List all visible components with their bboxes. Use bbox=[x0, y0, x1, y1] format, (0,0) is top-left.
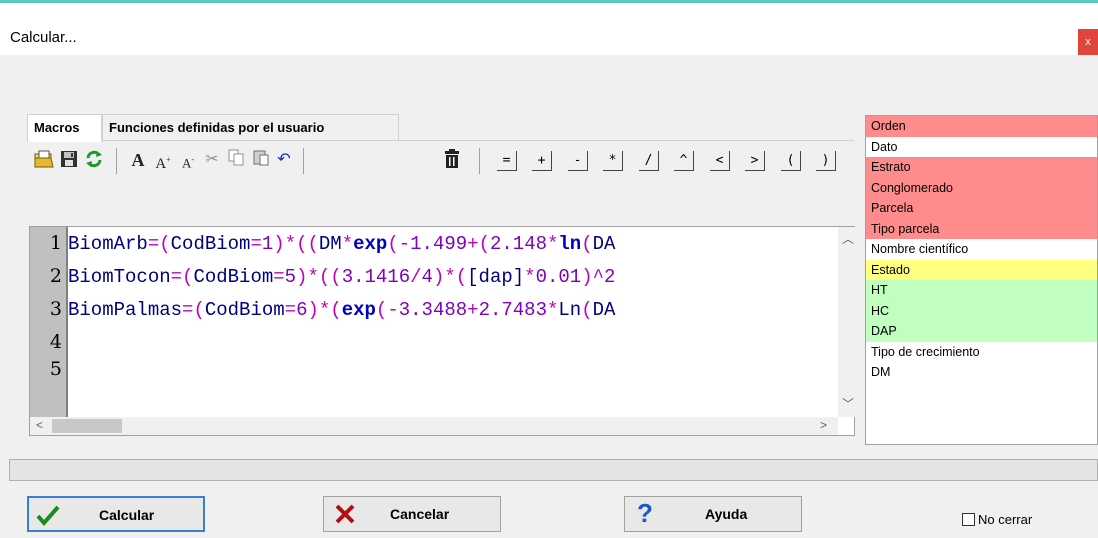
line-number: 3 bbox=[49, 298, 62, 320]
cancelar-label: Cancelar bbox=[390, 506, 450, 522]
operator-minus-button[interactable]: - bbox=[568, 151, 588, 171]
title-bar: Calcular... x bbox=[0, 3, 1098, 56]
line-number: 4 bbox=[49, 331, 62, 353]
vertical-scrollbar[interactable]: ︿ ﹀ bbox=[838, 227, 855, 417]
no-cerrar-label: No cerrar bbox=[978, 512, 1033, 527]
scroll-down-icon[interactable]: ﹀ bbox=[842, 395, 854, 412]
horizontal-scroll-thumb[interactable] bbox=[52, 419, 122, 433]
field-list-item[interactable]: Estrato bbox=[866, 157, 1097, 178]
operator-multiply-button[interactable]: * bbox=[603, 151, 623, 171]
code-line[interactable]: BiomPalmas=(CodBiom=6)*(exp(-3.3488+2.74… bbox=[68, 298, 838, 322]
operator-divide-button[interactable]: / bbox=[639, 151, 659, 171]
scroll-left-icon[interactable]: < bbox=[36, 418, 43, 432]
horizontal-scrollbar[interactable]: < > bbox=[30, 417, 838, 435]
line-number-gutter: 1 2 3 4 5 bbox=[30, 227, 68, 417]
cut-icon[interactable]: ✂ bbox=[201, 148, 223, 172]
font-grow-icon[interactable]: A+ bbox=[152, 148, 174, 172]
no-cerrar-checkbox[interactable] bbox=[962, 513, 975, 526]
field-list-item[interactable]: DM bbox=[866, 362, 1097, 383]
calcular-label: Calcular bbox=[99, 507, 155, 523]
field-list-item[interactable]: HT bbox=[866, 280, 1097, 301]
code-line[interactable]: BiomArb=(CodBiom=1)*((DM*exp(-1.499+(2.1… bbox=[68, 232, 838, 256]
field-list-item[interactable]: Orden bbox=[866, 116, 1097, 137]
operator-greater-than-button[interactable]: > bbox=[745, 151, 765, 171]
status-bar bbox=[9, 459, 1098, 481]
save-icon[interactable] bbox=[57, 148, 81, 172]
operator-less-than-button[interactable]: < bbox=[710, 151, 730, 171]
close-button[interactable]: x bbox=[1078, 29, 1098, 56]
toolbar-separator bbox=[116, 148, 117, 174]
font-shrink-icon[interactable]: A- bbox=[177, 148, 199, 172]
field-list-item[interactable]: Dato bbox=[866, 136, 1097, 157]
copy-icon[interactable] bbox=[225, 148, 247, 172]
field-list-item[interactable]: Conglomerado bbox=[866, 177, 1097, 198]
field-list-item[interactable]: Tipo parcela bbox=[866, 218, 1097, 239]
cancel-x-icon bbox=[334, 503, 356, 528]
open-icon[interactable] bbox=[32, 148, 56, 172]
bold-font-icon[interactable]: A bbox=[127, 148, 149, 172]
field-list-item[interactable]: Estado bbox=[866, 259, 1097, 280]
window-title: Calcular... bbox=[10, 29, 77, 46]
undo-icon[interactable]: ↶ bbox=[273, 148, 295, 172]
delete-icon[interactable] bbox=[440, 148, 464, 172]
operator-open-paren-button[interactable]: ( bbox=[781, 151, 801, 171]
toolbar-separator bbox=[479, 148, 480, 174]
tab-user-functions[interactable]: Funciones definidas por el usuario bbox=[102, 114, 399, 140]
field-list[interactable]: Orden Dato Estrato Conglomerado Parcela Tipo … bbox=[865, 115, 1098, 445]
line-number: 5 bbox=[49, 358, 62, 380]
operator-equals-button[interactable]: = bbox=[497, 151, 517, 171]
checkmark-icon bbox=[35, 502, 61, 531]
field-list-item[interactable]: Tipo de crecimiento bbox=[866, 341, 1097, 362]
help-question-icon: ? bbox=[637, 498, 653, 528]
ayuda-label: Ayuda bbox=[705, 506, 748, 522]
line-number: 2 bbox=[49, 265, 62, 287]
field-list-item[interactable]: HC bbox=[866, 300, 1097, 321]
field-list-item[interactable]: Parcela bbox=[866, 198, 1097, 219]
calcular-button[interactable]: Calcular bbox=[27, 496, 205, 532]
macro-editor[interactable]: 1 2 3 4 5 BiomArb=(CodBiom=1)*((DM*exp(-… bbox=[29, 226, 855, 436]
paste-icon[interactable] bbox=[250, 148, 272, 172]
operator-power-button[interactable]: ^ bbox=[674, 151, 694, 171]
field-list-item[interactable]: Nombre científico bbox=[866, 239, 1097, 260]
field-list-item[interactable]: DAP bbox=[866, 321, 1097, 342]
code-line[interactable]: BiomTocon=(CodBiom=5)*((3.1416/4)*([dap]… bbox=[68, 265, 838, 289]
refresh-icon[interactable] bbox=[82, 148, 106, 172]
line-number: 1 bbox=[49, 232, 62, 254]
toolbar-separator bbox=[303, 148, 304, 174]
operator-plus-button[interactable]: + bbox=[532, 151, 552, 171]
tab-macros[interactable]: Macros bbox=[27, 114, 102, 142]
scroll-right-icon[interactable]: > bbox=[820, 418, 827, 432]
operator-close-paren-button[interactable]: ) bbox=[816, 151, 836, 171]
scroll-up-icon[interactable]: ︿ bbox=[842, 230, 854, 247]
cancelar-button[interactable]: Cancelar bbox=[323, 496, 501, 532]
ayuda-button[interactable]: ? Ayuda bbox=[624, 496, 802, 532]
